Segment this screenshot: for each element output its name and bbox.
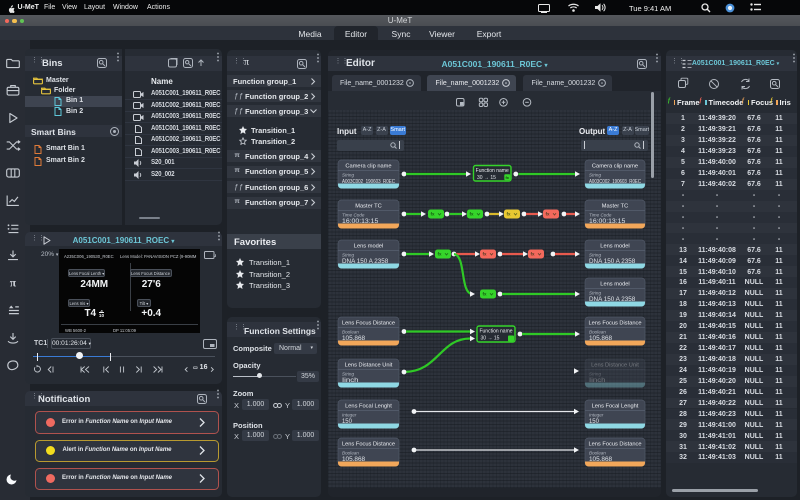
svg-text:Master TC: Master TC xyxy=(355,204,381,210)
svg-text:String: String xyxy=(589,253,601,258)
svg-text:Function name: Function name xyxy=(476,168,509,174)
svg-text:fx: fx xyxy=(546,212,550,217)
svg-text:Lens Distance Unit: Lens Distance Unit xyxy=(591,363,639,369)
svg-text:String: String xyxy=(342,253,354,258)
svg-text:Lens Focus Distance: Lens Focus Distance xyxy=(342,321,395,327)
svg-text:Boolean: Boolean xyxy=(342,451,359,456)
svg-text:String: String xyxy=(342,173,354,178)
svg-text:fx: fx xyxy=(438,252,442,257)
svg-text:Boolean: Boolean xyxy=(589,330,606,335)
svg-text:String: String xyxy=(342,372,354,377)
svg-text:Boolean: Boolean xyxy=(342,330,359,335)
svg-text:Lens Focus Distance: Lens Focus Distance xyxy=(588,442,641,448)
svg-text:30 → 15: 30 → 15 xyxy=(481,336,500,342)
svg-text:String: String xyxy=(589,173,601,178)
svg-text:Master TC: Master TC xyxy=(602,204,628,210)
svg-text:Integer: Integer xyxy=(589,413,604,418)
svg-text:fx: fx xyxy=(531,252,535,257)
svg-text:fx: fx xyxy=(470,212,474,217)
svg-text:Camera clip name: Camera clip name xyxy=(345,164,391,170)
svg-text:Function name: Function name xyxy=(479,329,512,335)
svg-text:Lens Focus Distance: Lens Focus Distance xyxy=(588,321,641,327)
svg-text:String: String xyxy=(589,291,601,296)
svg-text:fx: fx xyxy=(483,292,487,297)
svg-text:Time Code: Time Code xyxy=(342,213,365,218)
svg-text:String: String xyxy=(589,372,601,377)
svg-text:π: π xyxy=(10,277,17,290)
svg-text:Lens Focus Distance: Lens Focus Distance xyxy=(342,442,395,448)
svg-text:Boolean: Boolean xyxy=(589,451,606,456)
svg-text:Lens model: Lens model xyxy=(600,282,629,288)
svg-text:Lens model: Lens model xyxy=(354,244,383,250)
svg-text:Lens Distance Unit: Lens Distance Unit xyxy=(345,363,393,369)
svg-text:Integer: Integer xyxy=(342,413,357,418)
svg-text:Lens Focal Lenght: Lens Focal Lenght xyxy=(592,404,639,410)
svg-text:Lens model: Lens model xyxy=(600,244,629,250)
svg-text:Lens Focal Lenght: Lens Focal Lenght xyxy=(345,404,392,410)
svg-text:fx: fx xyxy=(431,212,435,217)
svg-text:Camera clip name: Camera clip name xyxy=(592,164,638,170)
svg-text:fx: fx xyxy=(483,252,487,257)
svg-text:30 → 15: 30 → 15 xyxy=(477,175,496,181)
svg-text:fx: fx xyxy=(507,212,511,217)
svg-text:Time Code: Time Code xyxy=(589,213,612,218)
